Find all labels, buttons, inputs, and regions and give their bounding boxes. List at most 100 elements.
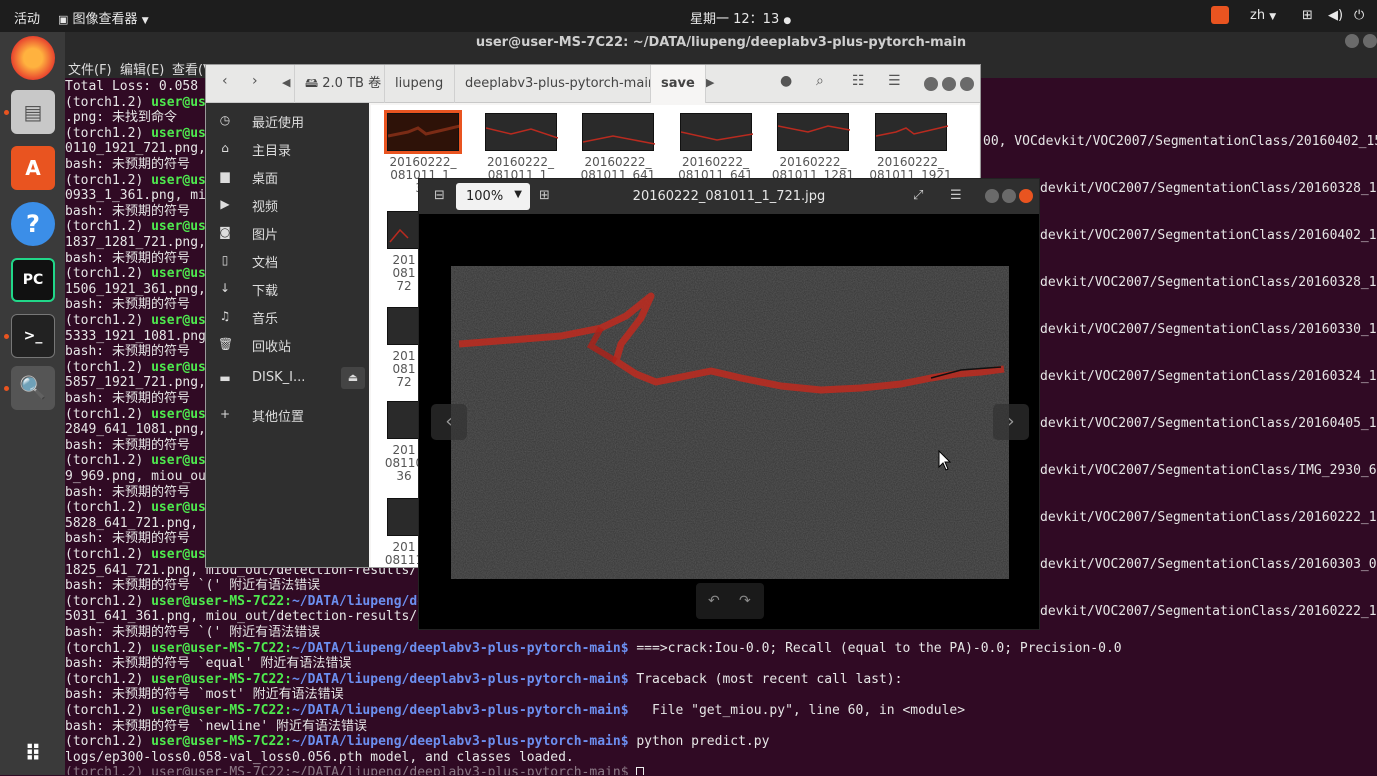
sidebar-item[interactable]: ↓ 下载 xyxy=(206,275,369,303)
running-indicator-icon xyxy=(4,386,9,391)
forward-icon[interactable]: › xyxy=(252,73,258,89)
minimize-icon[interactable] xyxy=(985,189,999,203)
close-icon[interactable] xyxy=(960,77,974,91)
minimize-icon[interactable] xyxy=(924,77,938,91)
terminal-line: devkit/VOC2007/SegmentationClass/IMG_293… xyxy=(1040,463,1377,478)
sidebar-item[interactable]: ▆ 桌面 xyxy=(206,163,369,191)
firefox-icon[interactable] xyxy=(11,36,55,80)
view-options-icon[interactable]: ☷ xyxy=(852,73,865,89)
search-icon[interactable]: ⌕ xyxy=(816,73,824,89)
terminal-line: bash: 未预期的符号 xyxy=(65,344,190,360)
breadcrumb-volume[interactable]: 🖴 2.0 TB 卷 xyxy=(294,65,391,103)
home-icon: ⌂ xyxy=(221,141,229,155)
running-indicator-icon xyxy=(4,334,9,339)
trash-icon: 🗑 xyxy=(218,337,234,351)
terminal-title: user@user-MS-7C22: ~/DATA/liupeng/deepla… xyxy=(475,35,967,50)
minimize-icon[interactable] xyxy=(1345,34,1359,48)
breadcrumb-project[interactable]: deeplabv3-plus-pytorch-main xyxy=(454,65,666,103)
music-icon: ♫ xyxy=(219,309,231,323)
file-manager-headerbar: ‹ › ◀ 🖴 2.0 TB 卷 liupeng deeplabv3-plus-… xyxy=(206,65,980,103)
image-viewer-icon[interactable]: 🔍 xyxy=(11,366,55,410)
clock[interactable]: 星期一 12：13 ● xyxy=(690,8,791,27)
menu-edit[interactable]: 编辑(E) xyxy=(120,59,164,78)
file-thumbnail[interactable] xyxy=(874,113,948,151)
running-indicator-icon xyxy=(4,110,9,115)
network-icon[interactable]: ⊞ xyxy=(1302,8,1313,23)
app-menu-label: 图像查看器 xyxy=(72,12,138,27)
path-left-icon[interactable]: ◀ xyxy=(282,76,290,89)
power-icon[interactable]: ⏻ xyxy=(1354,8,1364,23)
maximize-icon[interactable] xyxy=(1363,34,1377,48)
breadcrumb-liupeng[interactable]: liupeng xyxy=(384,65,453,103)
sidebar-item[interactable]: ⌂ 主目录 xyxy=(206,135,369,163)
software-center-icon[interactable]: A xyxy=(11,146,55,190)
language-label: zh xyxy=(1250,8,1266,23)
hamburger-menu-icon[interactable]: ☰ xyxy=(950,188,962,203)
rotate-right-icon[interactable]: ↷ xyxy=(739,593,751,609)
maximize-icon[interactable] xyxy=(1002,189,1016,203)
top-bar: 活动 ▣ 图像查看器 ▼ 星期一 12：13 ● zh ▼ ⊞ ◀) ⏻ xyxy=(0,0,1377,32)
sidebar-item-label: 最近使用 xyxy=(252,116,305,131)
terminal-line: (torch1.2) user@us xyxy=(65,172,206,188)
sidebar-item-label: 图片 xyxy=(252,228,279,243)
volume-icon[interactable]: ◀) xyxy=(1328,8,1343,23)
sidebar-item[interactable]: ▯ 文档 xyxy=(206,247,369,275)
help-icon[interactable]: ? xyxy=(11,202,55,246)
sidebar-item[interactable]: ▶ 视频 xyxy=(206,191,369,219)
terminal-line: 9_969.png, miou_ou xyxy=(65,469,206,484)
terminal-line: bash: 未预期的符号 `newline' 附近有语法错误 xyxy=(65,718,368,734)
sidebar-item-label: 回收站 xyxy=(252,340,292,355)
sidebar-item[interactable]: ♫ 音乐 xyxy=(206,303,369,331)
close-icon[interactable] xyxy=(1019,189,1033,203)
terminal-line: bash: 未预期的符号 `(' 附近有语法错误 xyxy=(65,578,321,594)
terminal-cursor-line: (torch1.2) user@user-MS-7C22:~/DATA/liup… xyxy=(65,765,645,775)
file-manager-icon[interactable]: ▤ xyxy=(11,90,55,134)
maximize-icon[interactable] xyxy=(942,77,956,91)
video-icon: ▶ xyxy=(220,197,230,211)
terminal-line: (torch1.2) user@us xyxy=(65,500,206,516)
app-grid-icon[interactable]: ⠿ xyxy=(11,732,55,776)
terminal-line: (torch1.2) user@us xyxy=(65,453,206,469)
image-viewer-headerbar[interactable]: ⊟ 100% ▼ ⊞ 20160222_081011_1_721.jpg ⤢ ☰ xyxy=(419,179,1039,214)
status-circle-icon[interactable]: ● xyxy=(780,73,792,89)
app-menu-button[interactable]: ▣ 图像查看器 ▼ xyxy=(58,8,149,27)
eject-icon[interactable]: ⏏ xyxy=(341,367,365,389)
terminal-line: bash: 未预期的符号 xyxy=(65,437,190,453)
terminal-line: (torch1.2) user@us xyxy=(65,125,206,141)
back-icon[interactable]: ‹ xyxy=(222,73,228,89)
activities-button[interactable]: 活动 xyxy=(14,8,40,27)
file-thumbnail[interactable] xyxy=(679,113,753,151)
file-thumbnail[interactable] xyxy=(582,113,656,151)
tray-app-icon[interactable] xyxy=(1211,6,1229,24)
terminal-line: 00, VOCdevkit/VOC2007/SegmentationClass/… xyxy=(983,134,1377,149)
sidebar-item[interactable]: ◙ 图片 xyxy=(206,219,369,247)
terminal-line: devkit/VOC2007/SegmentationClass/2016033… xyxy=(1040,322,1377,337)
menu-file[interactable]: 文件(F) xyxy=(68,59,112,78)
terminal-icon[interactable]: >_ xyxy=(11,314,55,358)
fullscreen-icon[interactable]: ⤢ xyxy=(913,188,923,203)
sidebar-item[interactable]: ◷ 最近使用 xyxy=(206,107,369,135)
breadcrumb-save[interactable]: save xyxy=(650,65,706,103)
language-indicator[interactable]: zh ▼ xyxy=(1250,8,1276,23)
file-thumbnail[interactable] xyxy=(384,110,462,154)
pycharm-icon[interactable]: PC xyxy=(11,258,55,302)
rotate-left-icon[interactable]: ↶ xyxy=(708,593,720,609)
terminal-line: bash: 未预期的符号 xyxy=(65,203,190,219)
terminal-line: (torch1.2) user@us xyxy=(65,266,206,282)
image-canvas[interactable] xyxy=(451,266,1009,579)
terminal-line: 0110_1921_721.png, xyxy=(65,141,206,157)
file-thumbnail[interactable] xyxy=(484,113,558,151)
path-right-icon[interactable]: ▶ xyxy=(706,76,714,89)
clock-label: 星期一 12：13 xyxy=(690,12,780,27)
next-image-button[interactable]: › xyxy=(993,404,1029,440)
terminal-line: (torch1.2) user@user-MS-7C22:~/DATA/liup… xyxy=(65,593,426,609)
terminal-line: devkit/VOC2007/SegmentationClass/2016030… xyxy=(1040,557,1377,572)
sidebar-item[interactable]: + 其他位置 xyxy=(206,401,369,429)
mouse-cursor-icon xyxy=(938,450,952,471)
hamburger-menu-icon[interactable]: ☰ xyxy=(888,73,901,89)
sidebar-item[interactable]: 🗑 回收站 xyxy=(206,331,369,359)
plus-icon: + xyxy=(219,407,231,421)
file-thumbnail[interactable] xyxy=(777,113,851,151)
terminal-titlebar[interactable]: user@user-MS-7C22: ~/DATA/liupeng/deepla… xyxy=(65,32,1377,58)
previous-image-button[interactable]: ‹ xyxy=(431,404,467,440)
